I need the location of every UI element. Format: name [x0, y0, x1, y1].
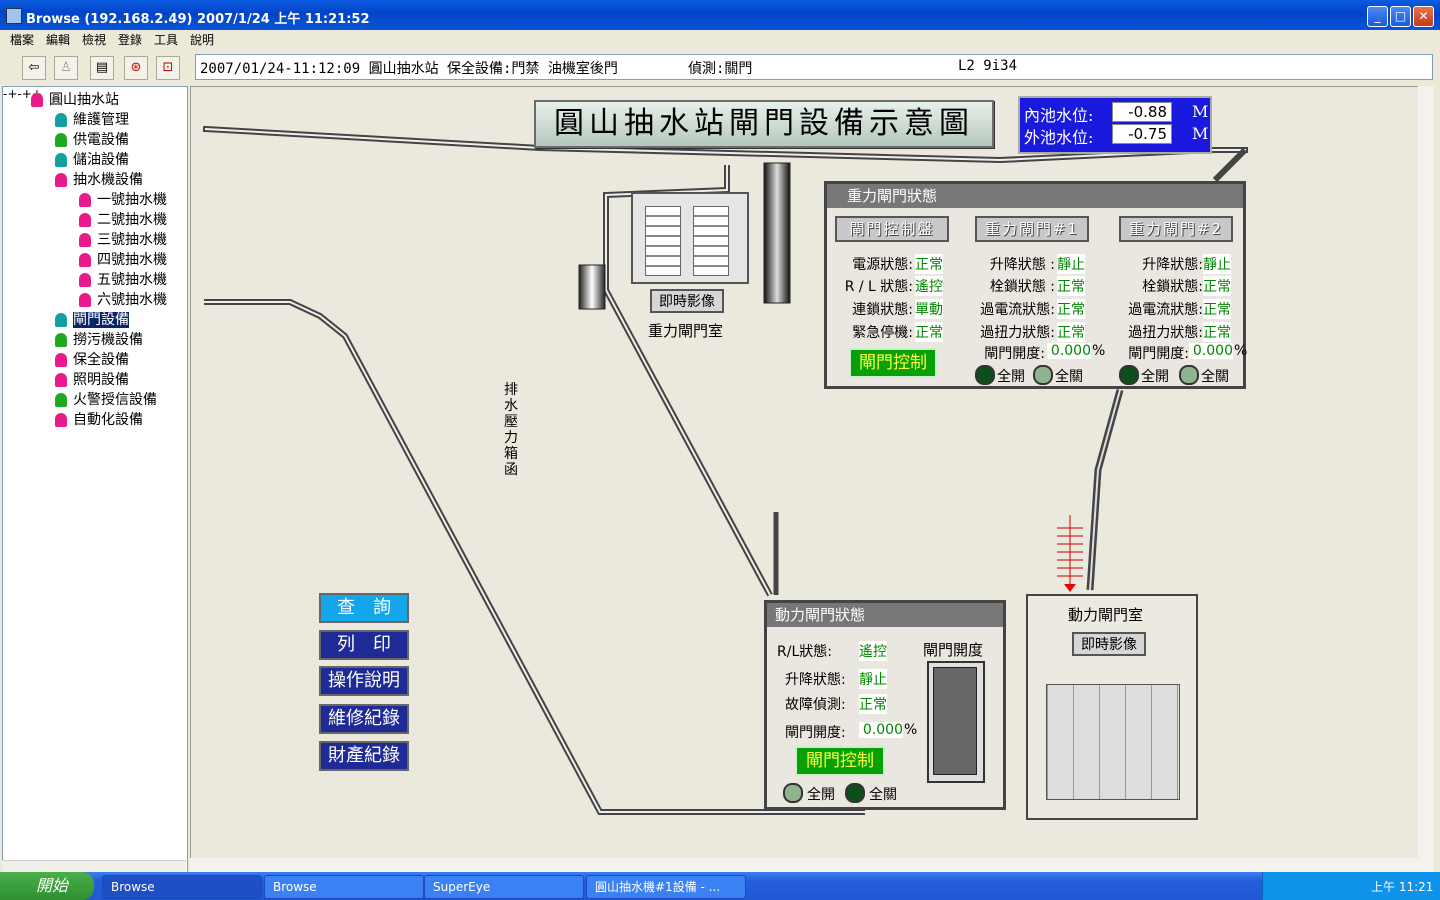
task-supereye[interactable]: SuperEye	[424, 875, 584, 899]
gate2-opening-label: 閘門開度:	[1128, 346, 1189, 362]
drain-box-label: 排水壓力箱函	[504, 382, 518, 478]
opening-header: 閘門開度	[923, 641, 984, 659]
gravity-gate2-button[interactable]: 重力閘門#2	[1119, 216, 1233, 242]
diagram-title: 圓山抽水站閘門設備示意圖	[534, 100, 994, 148]
power-live-video-button[interactable]: 即時影像	[1072, 632, 1146, 656]
power-rl-value: 遙控	[859, 641, 887, 661]
gate2-overcurrent-value: 正常	[1203, 299, 1231, 319]
gravity-gate-status-panel: 重力閘門狀態 閘門控制盤 重力閘門#1 重力閘門#2 電源狀態: 正常 R / …	[824, 181, 1248, 389]
manual-button[interactable]: 操作說明	[319, 666, 409, 696]
gate1-overcurrent-label: 過電流狀態:	[980, 302, 1055, 318]
power-rl-label: R/L狀態:	[777, 644, 832, 660]
gravity-gate-control-button[interactable]: 閘門控制	[849, 348, 937, 378]
gate2-full-open-label: 全開	[1141, 369, 1169, 385]
task-browse-2[interactable]: Browse	[264, 875, 424, 899]
gravity-live-video-button[interactable]: 即時影像	[650, 289, 724, 313]
gate1-graphic	[645, 206, 681, 276]
gate1-full-close-label: 全關	[1055, 369, 1083, 385]
panel-power-label: 電源狀態:	[852, 257, 913, 273]
gravity-gate1-button[interactable]: 重力閘門#1	[975, 216, 1089, 242]
outer-water-unit: M	[1192, 124, 1209, 143]
power-gate-status-panel: 動力閘門狀態 R/L狀態: 遙控 升降狀態: 靜止 故障偵測: 正常 閘門開度:…	[764, 600, 1006, 810]
print-button[interactable]: 列 印	[319, 630, 409, 660]
power-full-open-label: 全開	[807, 787, 835, 803]
start-button[interactable]: 開始	[0, 872, 94, 900]
outer-water-label: 外池水位:	[1024, 128, 1094, 147]
gate1-full-open-label: 全開	[997, 369, 1025, 385]
gate2-full-close-label: 全關	[1201, 369, 1229, 385]
system-tray: 上午 11:21	[1262, 872, 1440, 900]
power-opening-unit: %	[904, 722, 918, 738]
power-fault-value: 正常	[859, 694, 887, 714]
power-gate-room: 動力閘門室 即時影像	[1026, 594, 1198, 820]
asset-record-button[interactable]: 財產紀錄	[319, 741, 409, 771]
gate2-overtorque-label: 過扭力狀態:	[1128, 325, 1203, 341]
panel-rl-value: 遙控	[915, 276, 943, 296]
panel-estop-label: 緊急停機:	[852, 325, 913, 341]
query-button[interactable]: 查 詢	[319, 593, 409, 623]
gate1-overcurrent-value: 正常	[1057, 299, 1085, 319]
maintenance-record-button[interactable]: 維修紀錄	[319, 704, 409, 734]
opening-gauge	[927, 661, 985, 783]
gate1-full-close-indicator	[1033, 365, 1053, 385]
task-pump-window[interactable]: 圓山抽水機#1設備 - ...	[586, 875, 746, 899]
power-gate-graphic	[1046, 684, 1180, 800]
gate1-opening-value: 0.000	[1047, 343, 1091, 359]
panel-rl-label: R / L 狀態:	[844, 279, 913, 295]
power-full-close-indicator	[845, 783, 865, 803]
gate2-opening-unit: %	[1234, 343, 1248, 359]
gate2-lift-label: 升降狀態:	[1142, 257, 1203, 273]
gate2-lift-value: 靜止	[1203, 254, 1231, 274]
power-full-close-label: 全關	[869, 787, 897, 803]
power-lift-value: 靜止	[859, 669, 887, 689]
gravity-gate-room-box	[631, 192, 749, 284]
power-lift-label: 升降狀態:	[785, 672, 846, 688]
gate1-lift-label: 升降狀態 :	[989, 257, 1055, 273]
panel-estop-value: 正常	[915, 322, 943, 342]
inner-water-value: -0.88	[1112, 102, 1172, 122]
inner-water-unit: M	[1192, 102, 1209, 121]
gate2-lock-label: 栓鎖狀態:	[1142, 279, 1203, 295]
inner-water-label: 內池水位:	[1024, 106, 1094, 125]
gravity-panel-title: 重力閘門狀態	[827, 184, 1243, 208]
clock: 上午 11:21	[1371, 880, 1434, 894]
gate-control-panel-button[interactable]: 閘門控制盤	[835, 216, 949, 242]
power-full-open-indicator	[783, 783, 803, 803]
gate2-full-open-indicator	[1119, 365, 1139, 385]
opening-gauge-fill	[933, 667, 977, 775]
gate1-lock-value: 正常	[1057, 276, 1085, 296]
gravity-room-label: 重力閘門室	[648, 322, 724, 340]
panel-interlock-label: 連鎖狀態:	[852, 302, 913, 318]
gate2-graphic	[693, 206, 729, 276]
gate2-full-close-indicator	[1179, 365, 1199, 385]
power-opening-label: 閘門開度:	[785, 725, 846, 741]
gate1-opening-label: 閘門開度:	[984, 346, 1045, 362]
gate1-overtorque-value: 正常	[1057, 322, 1085, 342]
gate2-lock-value: 正常	[1203, 276, 1231, 296]
outer-water-value: -0.75	[1112, 124, 1172, 144]
gate1-full-open-indicator	[975, 365, 995, 385]
power-fault-label: 故障偵測:	[785, 697, 846, 713]
task-browse-1[interactable]: Browse	[102, 875, 262, 899]
gate1-lift-value: 靜止	[1057, 254, 1085, 274]
gate1-lock-label: 栓鎖狀態 :	[989, 279, 1055, 295]
power-panel-title: 動力閘門狀態	[767, 603, 1003, 627]
gate2-opening-value: 0.000	[1189, 343, 1233, 359]
gate2-overcurrent-label: 過電流狀態:	[1128, 302, 1203, 318]
gate2-overtorque-value: 正常	[1203, 322, 1231, 342]
gate1-opening-unit: %	[1092, 343, 1106, 359]
panel-power-value: 正常	[915, 254, 943, 274]
start-label: 開始	[36, 876, 69, 895]
power-opening-value: 0.000	[859, 722, 903, 738]
power-room-label: 動力閘門室	[1068, 606, 1144, 624]
panel-interlock-value: 單動	[915, 299, 943, 319]
gate1-overtorque-label: 過扭力狀態:	[980, 325, 1055, 341]
power-gate-control-button[interactable]: 閘門控制	[795, 746, 885, 776]
water-level-panel: 內池水位: -0.88 M 外池水位: -0.75 M	[1018, 96, 1212, 154]
